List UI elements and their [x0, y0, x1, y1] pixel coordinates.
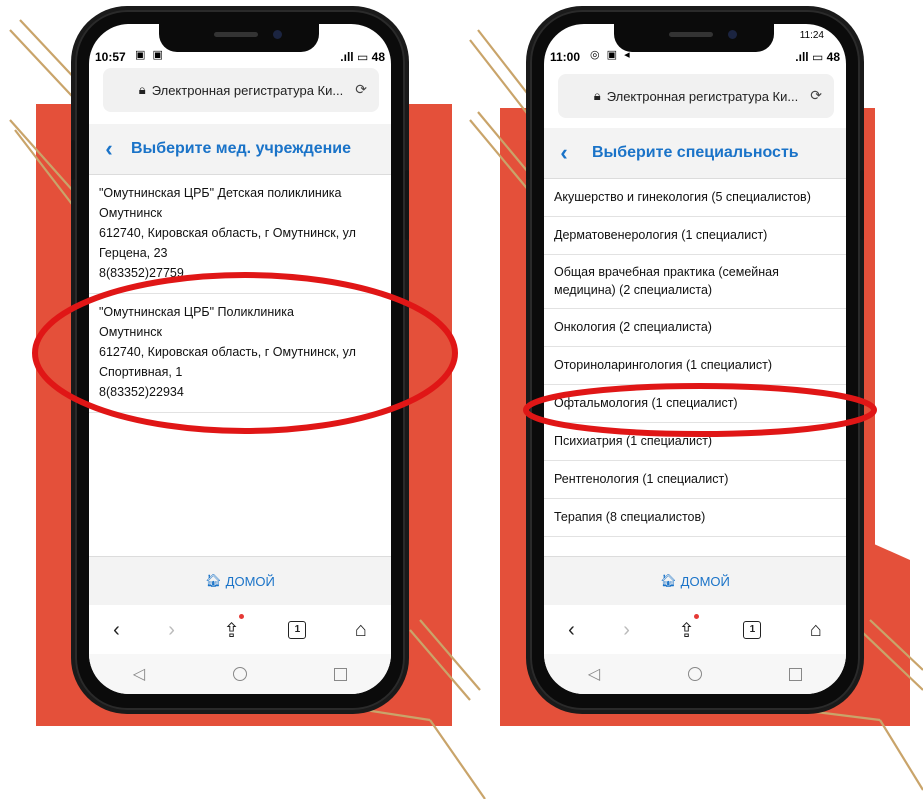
- home-label: ДОМОЙ: [680, 573, 730, 589]
- tabs-icon[interactable]: 1: [288, 621, 307, 639]
- notch: [614, 24, 774, 52]
- back-arrow-icon[interactable]: ‹: [113, 619, 120, 642]
- clinic-item[interactable]: "Омутнинская ЦРБ" Поликлиника Омутнинск …: [89, 294, 391, 413]
- browser-toolbar: ‹ › ⇪ 1 ⌂: [89, 608, 391, 652]
- home-circle-icon[interactable]: [232, 667, 247, 681]
- specialty-item[interactable]: Общая врачебная практика (семейная медиц…: [544, 255, 846, 309]
- clinic-phone: 8(83352)27759: [99, 266, 184, 280]
- specialty-list: Акушерство и гинекология (5 специалистов…: [544, 179, 846, 537]
- clinic-address: 612740, Кировская область, г Омутнинск, …: [99, 345, 356, 379]
- recents-square-icon[interactable]: [789, 667, 803, 681]
- url-text: Электронная регистратура Ки...: [151, 82, 344, 98]
- specialty-item[interactable]: Офтальмология (1 специалист): [544, 385, 846, 423]
- clinic-list: "Омутнинская ЦРБ" Детская поликлиника Ом…: [89, 175, 391, 413]
- home-link[interactable]: 🏠︎ ДОМОЙ: [544, 556, 846, 605]
- share-icon[interactable]: ⇪: [678, 613, 699, 643]
- home-circle-icon[interactable]: [687, 667, 702, 681]
- left-phone: 10:57 ▣ ▣ .ıll ▭ 48 🔒︎ Электронная регис…: [71, 10, 409, 710]
- clinic-city: Омутнинск: [99, 206, 162, 220]
- page-title: Выберите мед. учреждение: [131, 140, 352, 157]
- right-phone: 11:00 ◎ ▣ ◂ 11:24 .ıll ▭ 48 🔒︎ Электронн…: [526, 10, 864, 710]
- specialty-item[interactable]: Акушерство и гинекология (5 специалистов…: [544, 179, 846, 217]
- home-label: ДОМОЙ: [225, 573, 275, 589]
- house-icon[interactable]: ⌂: [355, 619, 367, 642]
- reload-icon[interactable]: ⟳: [810, 87, 822, 104]
- address-bar[interactable]: 🔒︎ Электронная регистратура Ки... ⟳: [558, 74, 834, 118]
- status-time: 10:57: [95, 50, 126, 64]
- forward-arrow-icon[interactable]: ›: [623, 619, 630, 642]
- notch: [159, 24, 319, 52]
- clinic-address: 612740, Кировская область, г Омутнинск, …: [99, 226, 356, 260]
- specialty-item[interactable]: Дерматовенерология (1 специалист): [544, 217, 846, 255]
- specialty-item[interactable]: Рентгенология (1 специалист): [544, 461, 846, 499]
- notification-icons: ▣ ▣: [135, 49, 165, 61]
- browser-toolbar: ‹ › ⇪ 1 ⌂: [544, 608, 846, 652]
- clinic-phone: 8(83352)22934: [99, 385, 184, 399]
- page-header: ‹ Выберите специальность: [544, 128, 846, 179]
- page-title: Выберите специальность: [592, 144, 799, 161]
- address-bar[interactable]: 🔒︎ Электронная регистратура Ки... ⟳: [103, 68, 379, 112]
- home-link[interactable]: 🏠︎ ДОМОЙ: [89, 556, 391, 605]
- url-text: Электронная регистратура Ки...: [606, 88, 799, 104]
- system-nav-bar: ◁: [89, 654, 391, 694]
- specialty-item[interactable]: Психиатрия (1 специалист): [544, 423, 846, 461]
- share-icon[interactable]: ⇪: [223, 613, 244, 643]
- specialty-item[interactable]: Терапия (8 специалистов): [544, 499, 846, 537]
- lock-icon: 🔒︎: [138, 82, 146, 97]
- recents-square-icon[interactable]: [334, 667, 348, 681]
- left-screen: 10:57 ▣ ▣ .ıll ▭ 48 🔒︎ Электронная регис…: [89, 24, 391, 694]
- phone-side-button: [71, 140, 75, 180]
- forward-arrow-icon[interactable]: ›: [168, 619, 175, 642]
- tabs-icon[interactable]: 1: [743, 621, 762, 639]
- clinic-item[interactable]: "Омутнинская ЦРБ" Детская поликлиника Ом…: [89, 175, 391, 294]
- status-time: 11:00: [550, 50, 581, 64]
- home-icon: 🏠︎: [205, 573, 222, 588]
- right-screen: 11:00 ◎ ▣ ◂ 11:24 .ıll ▭ 48 🔒︎ Электронн…: [544, 24, 846, 694]
- system-nav-bar: ◁: [544, 654, 846, 694]
- battery-level: .ıll ▭ 48: [795, 50, 840, 64]
- phone-power-button: [405, 170, 409, 240]
- home-icon: 🏠︎: [660, 573, 677, 588]
- back-triangle-icon[interactable]: ◁: [133, 664, 145, 684]
- phone-power-button: [860, 170, 864, 240]
- chevron-left-icon[interactable]: ‹: [544, 140, 584, 166]
- back-arrow-icon[interactable]: ‹: [568, 619, 575, 642]
- phone-side-button: [526, 140, 530, 180]
- back-triangle-icon[interactable]: ◁: [588, 664, 600, 684]
- house-icon[interactable]: ⌂: [810, 619, 822, 642]
- page-header: ‹ Выберите мед. учреждение: [89, 124, 391, 175]
- battery-level: .ıll ▭ 48: [340, 50, 385, 64]
- specialty-item[interactable]: Онкология (2 специалиста): [544, 309, 846, 347]
- lock-icon: 🔒︎: [593, 88, 601, 103]
- specialty-item[interactable]: Оториноларингология (1 специалист): [544, 347, 846, 385]
- clinic-name: "Омутнинская ЦРБ" Детская поликлиника: [99, 186, 342, 200]
- reload-icon[interactable]: ⟳: [355, 81, 367, 98]
- status-top-time: 11:24: [799, 30, 824, 41]
- chevron-left-icon[interactable]: ‹: [89, 136, 129, 162]
- clinic-city: Омутнинск: [99, 325, 162, 339]
- clinic-name: "Омутнинская ЦРБ" Поликлиника: [99, 305, 294, 319]
